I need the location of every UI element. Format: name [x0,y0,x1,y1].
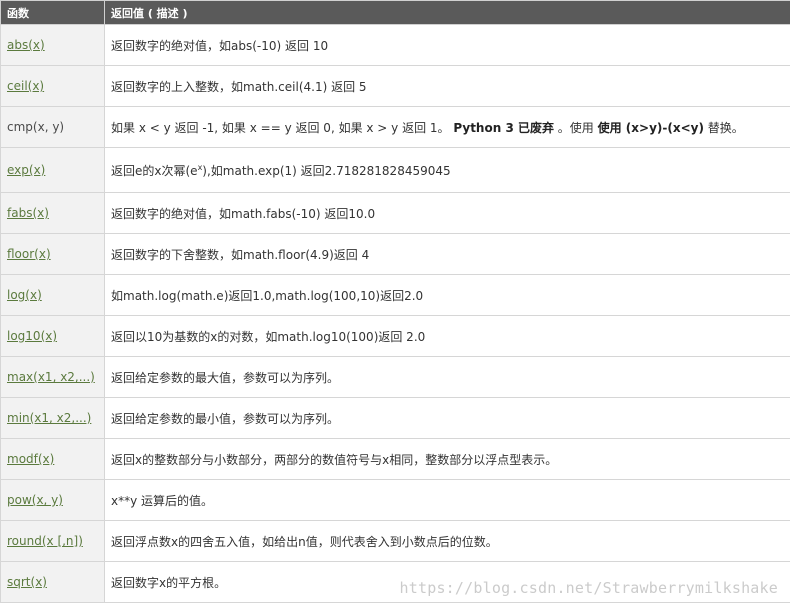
table-row: log(x) 如math.log(math.e)返回1.0,math.log(1… [0,274,790,316]
function-cell: sqrt(x) [0,561,105,603]
table-row: max(x1, x2,...) 返回给定参数的最大值，参数可以为序列。 [0,356,790,398]
replacement-expression: 使用 (x>y)-(x<y) [597,120,704,135]
table-header-row: 函数 返回值 ( 描述 ) [0,0,790,25]
function-cell: cmp(x, y) [0,106,105,148]
function-link-ceil[interactable]: ceil(x) [7,79,44,93]
function-link-floor[interactable]: floor(x) [7,247,51,261]
header-return-value: 返回值 ( 描述 ) [104,0,790,25]
function-name-cmp: cmp(x, y) [7,120,65,134]
description-cell: 返回e的x次幂(ex),如math.exp(1) 返回2.71828182845… [104,147,790,193]
table-row: ceil(x) 返回数字的上入整数，如math.ceil(4.1) 返回 5 [0,65,790,107]
description-text: ),如math.exp(1) 返回2.718281828459045 [202,163,451,178]
function-cell: min(x1, x2,...) [0,397,105,439]
table-row: round(x [,n]) 返回浮点数x的四舍五入值，如给出n值，则代表舍入到小… [0,520,790,562]
table-row: cmp(x, y) 如果 x < y 返回 -1, 如果 x == y 返回 0… [0,106,790,148]
function-link-log10[interactable]: log10(x) [7,329,57,343]
function-cell: log(x) [0,274,105,316]
table-row: modf(x) 返回x的整数部分与小数部分，两部分的数值符号与x相同，整数部分以… [0,438,790,480]
description-cell: 返回数字x的平方根。 [104,561,790,603]
header-function: 函数 [0,0,105,25]
description-cell: 如果 x < y 返回 -1, 如果 x == y 返回 0, 如果 x > y… [104,106,790,148]
function-cell: modf(x) [0,438,105,480]
function-link-fabs[interactable]: fabs(x) [7,206,49,220]
function-cell: pow(x, y) [0,479,105,521]
function-link-pow[interactable]: pow(x, y) [7,493,63,507]
deprecated-note: Python 3 已废弃 [453,120,554,135]
function-cell: abs(x) [0,24,105,66]
table-row: floor(x) 返回数字的下舍整数，如math.floor(4.9)返回 4 [0,233,790,275]
function-cell: round(x [,n]) [0,520,105,562]
function-cell: exp(x) [0,147,105,193]
table-row: abs(x) 返回数字的绝对值，如abs(-10) 返回 10 [0,24,790,66]
description-cell: x**y 运算后的值。 [104,479,790,521]
description-cell: 返回数字的下舍整数，如math.floor(4.9)返回 4 [104,233,790,275]
function-link-max[interactable]: max(x1, x2,...) [7,370,95,384]
description-text: 替换。 [703,120,744,135]
description-cell: 返回给定参数的最小值，参数可以为序列。 [104,397,790,439]
function-cell: log10(x) [0,315,105,357]
table-row: pow(x, y) x**y 运算后的值。 [0,479,790,521]
description-cell: 返回给定参数的最大值，参数可以为序列。 [104,356,790,398]
description-text: 如果 x < y 返回 -1, 如果 x == y 返回 0, 如果 x > y… [111,120,454,135]
description-cell: 返回浮点数x的四舍五入值，如给出n值，则代表舍入到小数点后的位数。 [104,520,790,562]
table-row: log10(x) 返回以10为基数的x的对数，如math.log10(100)返… [0,315,790,357]
math-functions-table: 函数 返回值 ( 描述 ) abs(x) 返回数字的绝对值，如abs(-10) … [0,0,790,603]
table-row: exp(x) 返回e的x次幂(ex),如math.exp(1) 返回2.7182… [0,147,790,193]
description-cell: 返回数字的上入整数，如math.ceil(4.1) 返回 5 [104,65,790,107]
description-text: 。使用 [553,120,598,135]
function-link-sqrt[interactable]: sqrt(x) [7,575,47,589]
function-cell: ceil(x) [0,65,105,107]
table-row: sqrt(x) 返回数字x的平方根。 [0,561,790,603]
function-link-min[interactable]: min(x1, x2,...) [7,411,91,425]
description-cell: 返回x的整数部分与小数部分，两部分的数值符号与x相同，整数部分以浮点型表示。 [104,438,790,480]
function-cell: fabs(x) [0,192,105,234]
function-link-exp[interactable]: exp(x) [7,163,45,177]
function-cell: max(x1, x2,...) [0,356,105,398]
function-link-modf[interactable]: modf(x) [7,452,54,466]
function-cell: floor(x) [0,233,105,275]
description-cell: 返回以10为基数的x的对数，如math.log10(100)返回 2.0 [104,315,790,357]
table-row: min(x1, x2,...) 返回给定参数的最小值，参数可以为序列。 [0,397,790,439]
function-link-log[interactable]: log(x) [7,288,42,302]
description-text: 返回e的x次幂(e [111,163,198,178]
description-cell: 如math.log(math.e)返回1.0,math.log(100,10)返… [104,274,790,316]
function-link-round[interactable]: round(x [,n]) [7,534,83,548]
function-link-abs[interactable]: abs(x) [7,38,45,52]
table-row: fabs(x) 返回数字的绝对值，如math.fabs(-10) 返回10.0 [0,192,790,234]
description-cell: 返回数字的绝对值，如math.fabs(-10) 返回10.0 [104,192,790,234]
description-cell: 返回数字的绝对值，如abs(-10) 返回 10 [104,24,790,66]
